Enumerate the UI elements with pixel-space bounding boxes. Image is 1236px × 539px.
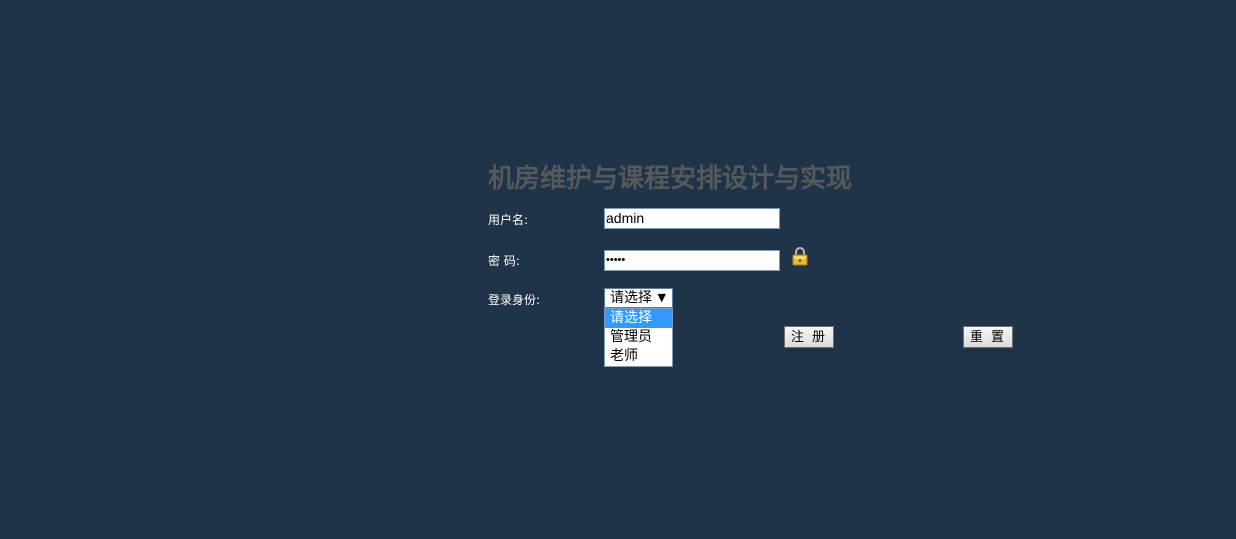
page-title: 机房维护与课程安排设计与实现: [488, 164, 853, 194]
username-label: 用户名:: [488, 213, 529, 227]
role-label: 登录身份:: [488, 293, 541, 307]
password-label: 密 码:: [488, 254, 520, 268]
reset-button[interactable]: 重 置: [963, 326, 1013, 348]
role-option-teacher[interactable]: 老师: [605, 347, 672, 366]
role-option-admin[interactable]: 管理员: [605, 328, 672, 347]
register-button[interactable]: 注 册: [784, 326, 834, 348]
role-dropdown-list: 请选择 管理员 老师: [604, 308, 673, 367]
username-input[interactable]: admin: [604, 208, 780, 229]
role-select[interactable]: 请选择 ▼: [604, 288, 673, 308]
lock-icon: [792, 247, 808, 266]
password-input[interactable]: •••••: [604, 250, 780, 271]
role-option-please-select[interactable]: 请选择: [605, 309, 672, 328]
login-page: 机房维护与课程安排设计与实现 用户名: admin 密 码: ••••• 登录身…: [0, 0, 1236, 539]
dropdown-arrow-icon: ▼: [657, 291, 666, 304]
role-select-value: 请选择: [610, 290, 652, 306]
